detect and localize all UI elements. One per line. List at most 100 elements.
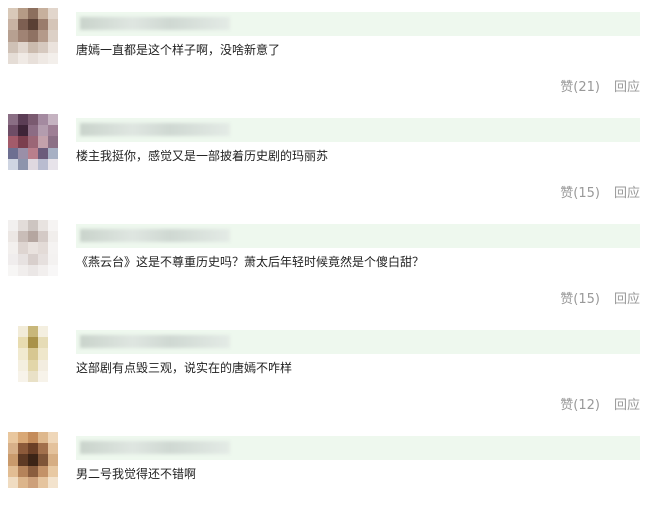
comment-meta-bar: [76, 436, 640, 460]
avatar-pixel: [8, 125, 18, 137]
avatar-pixel: [48, 242, 58, 254]
avatar-pixel: [28, 242, 38, 254]
avatar-pixel: [28, 326, 38, 338]
avatar-pixel: [18, 41, 28, 53]
avatar[interactable]: [8, 220, 58, 276]
avatar-pixel: [38, 30, 48, 42]
avatar-pixel: [28, 41, 38, 53]
avatar-pixel: [38, 136, 48, 148]
avatar-pixel: [38, 337, 48, 349]
avatar-pixel: [48, 370, 58, 382]
comment-text: 唐嫣一直都是这个样子啊，没啥新意了: [76, 43, 281, 57]
avatar-pixel: [8, 326, 18, 338]
avatar-pixel: [48, 158, 58, 170]
avatar-pixel: [48, 41, 58, 53]
blurred-username-timestamp: [80, 335, 230, 348]
avatar-pixel: [38, 443, 48, 455]
comment-meta-bar: [76, 118, 640, 142]
avatar-pixel: [18, 220, 28, 232]
like-button[interactable]: 赞(12): [560, 394, 600, 413]
avatar[interactable]: [8, 432, 58, 488]
avatar-pixel: [38, 359, 48, 371]
avatar-pixel: [18, 8, 28, 20]
avatar-pixel: [28, 52, 38, 64]
avatar[interactable]: [8, 326, 58, 382]
avatar-pixel: [48, 326, 58, 338]
avatar-pixel: [28, 348, 38, 360]
like-button[interactable]: 赞(15): [560, 288, 600, 307]
avatar-pixel: [8, 253, 18, 265]
like-button[interactable]: 赞(21): [560, 76, 600, 95]
avatar-pixel: [18, 19, 28, 31]
avatar-pixel: [18, 114, 28, 126]
avatar-pixel: [28, 8, 38, 20]
avatar-pixel: [18, 264, 28, 276]
reply-button[interactable]: 回应: [614, 394, 640, 413]
comment-actions: 赞(12) 回应: [560, 394, 640, 413]
avatar-pixel: [18, 52, 28, 64]
avatar-pixel: [8, 359, 18, 371]
blurred-username-timestamp: [80, 17, 230, 30]
avatar-pixel: [28, 158, 38, 170]
avatar-pixel: [38, 348, 48, 360]
avatar-pixel: [18, 359, 28, 371]
comment-item: 这部剧有点毁三观，说实在的唐嫣不咋样赞(12) 回应: [0, 318, 650, 424]
reply-button[interactable]: 回应: [614, 182, 640, 201]
avatar-pixel: [18, 125, 28, 137]
avatar-pixel: [38, 264, 48, 276]
avatar-pixel: [18, 454, 28, 466]
avatar-pixel: [8, 264, 18, 276]
avatar-pixel: [8, 465, 18, 477]
avatar-pixel: [18, 136, 28, 148]
reply-button[interactable]: 回应: [614, 288, 640, 307]
avatar-pixel: [28, 114, 38, 126]
avatar-pixel: [28, 220, 38, 232]
avatar-pixel: [48, 454, 58, 466]
avatar-pixel: [28, 337, 38, 349]
avatar-pixel: [8, 476, 18, 488]
comment-text: 男二号我觉得还不错啊: [76, 467, 197, 481]
comment-text: 《燕云台》这是不尊重历史吗？萧太后年轻时候竟然是个傻白甜？: [76, 255, 425, 269]
avatar-pixel: [8, 242, 18, 254]
avatar-pixel: [18, 348, 28, 360]
avatar-pixel: [48, 19, 58, 31]
avatar-pixel: [8, 348, 18, 360]
avatar-pixel: [18, 231, 28, 243]
avatar-pixel: [8, 337, 18, 349]
avatar-pixel: [48, 465, 58, 477]
avatar-pixel: [8, 52, 18, 64]
avatar[interactable]: [8, 8, 58, 64]
comment-text: 楼主我挺你，感觉又是一部披着历史剧的玛丽苏: [76, 149, 329, 163]
avatar-pixel: [48, 443, 58, 455]
avatar-pixel: [8, 136, 18, 148]
avatar-pixel: [18, 147, 28, 159]
avatar-pixel: [18, 337, 28, 349]
avatar-pixel: [48, 231, 58, 243]
avatar-pixel: [18, 242, 28, 254]
avatar-pixel: [38, 242, 48, 254]
avatar-pixel: [8, 432, 18, 444]
avatar-pixel: [38, 370, 48, 382]
avatar-pixel: [38, 253, 48, 265]
avatar-pixel: [8, 454, 18, 466]
comment-meta-bar: [76, 330, 640, 354]
avatar-pixel: [38, 114, 48, 126]
avatar-pixel: [48, 30, 58, 42]
avatar-pixel: [48, 359, 58, 371]
avatar-pixel: [28, 359, 38, 371]
avatar-pixel: [8, 147, 18, 159]
avatar-pixel: [28, 454, 38, 466]
like-button[interactable]: 赞(15): [560, 182, 600, 201]
avatar-pixel: [38, 326, 48, 338]
blurred-username-timestamp: [80, 441, 230, 454]
comment-actions: 赞(15) 回应: [560, 288, 640, 307]
avatar-pixel: [48, 136, 58, 148]
avatar-pixel: [48, 52, 58, 64]
avatar-pixel: [38, 147, 48, 159]
comment-meta-bar: [76, 12, 640, 36]
reply-button[interactable]: 回应: [614, 76, 640, 95]
comment-text: 这部剧有点毁三观，说实在的唐嫣不咋样: [76, 361, 293, 375]
avatar-pixel: [38, 41, 48, 53]
avatar[interactable]: [8, 114, 58, 170]
avatar-pixel: [48, 432, 58, 444]
